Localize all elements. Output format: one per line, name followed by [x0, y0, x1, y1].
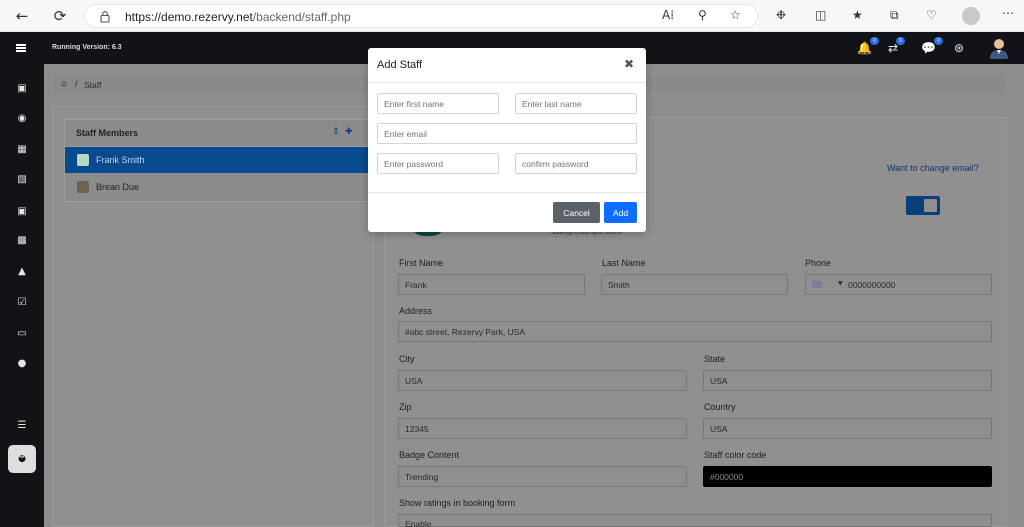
favorites-icon[interactable]: ★: [852, 8, 863, 22]
split-screen-icon[interactable]: ◫: [815, 8, 826, 22]
cancel-button[interactable]: Cancel: [553, 202, 600, 223]
zoom-out-icon[interactable]: ⚲: [698, 8, 707, 22]
sort-icon[interactable]: ⇕: [332, 127, 340, 137]
address-field[interactable]: #abc street, Rezervy Park, USA: [398, 321, 992, 342]
staff-row-brean-due[interactable]: Brean Due: [65, 174, 373, 200]
staff-name: Frank Smith: [96, 155, 145, 165]
color-code-label: Staff color code: [704, 450, 767, 460]
user-avatar[interactable]: [989, 37, 1009, 59]
bell-icon[interactable]: 🔔 0: [857, 37, 879, 55]
modal-title: Add Staff: [377, 59, 423, 71]
state-field[interactable]: USA: [703, 370, 992, 391]
language-icon[interactable]: ⊛: [954, 41, 964, 55]
address-bar[interactable]: https://demo.rezervy.net/backend/staff.p…: [84, 4, 758, 28]
left-sidebar: ▣ ◉ ▦ ▧ ▣ ▩ ▲ ☑ ▭ ● ● ☰ ⚙: [0, 64, 44, 527]
more-options-icon[interactable]: ⋯: [1002, 6, 1014, 20]
cart-icon[interactable]: ▣: [14, 80, 30, 96]
address-label: Address: [399, 306, 433, 316]
color-code-field[interactable]: #000000: [703, 466, 992, 487]
chat-icon[interactable]: 💬 0: [921, 37, 943, 55]
city-label: City: [399, 354, 415, 364]
browser-essentials-icon[interactable]: ♡: [926, 8, 937, 22]
zip-field[interactable]: 12345: [398, 418, 687, 439]
transfer-icon[interactable]: ⇄ 0: [888, 37, 906, 55]
staff-avatar: [77, 154, 89, 166]
confirm-password-input[interactable]: [515, 153, 637, 174]
badge-content-field[interactable]: Trending: [398, 466, 687, 487]
state-label: State: [704, 354, 726, 364]
add-user-icon[interactable]: ✚: [345, 127, 353, 137]
ratings-label: Show ratings in booking form: [399, 498, 516, 508]
message-badge: 0: [934, 37, 943, 45]
staff-list-header: Staff Members ⇕ ✚: [65, 120, 373, 147]
ratings-select[interactable]: Enable: [398, 514, 992, 527]
users-icon[interactable]: ●: [14, 355, 30, 371]
url-base: https://demo.rezervy.net: [125, 10, 253, 24]
close-icon[interactable]: ✖: [624, 57, 634, 71]
staff-list: Staff Members ⇕ ✚ Frank Smith Brean Due: [64, 119, 374, 202]
zip-label: Zip: [399, 402, 412, 412]
read-aloud-icon[interactable]: A⁞: [662, 8, 674, 22]
staff-list-title: Staff Members: [76, 128, 139, 138]
phone-field[interactable]: 0000000000: [805, 274, 992, 295]
transfer-badge: 0: [896, 37, 906, 45]
last-name-field[interactable]: Smith: [601, 274, 788, 295]
settings-icon[interactable]: ⚙: [14, 447, 30, 463]
calendar-icon[interactable]: ▦: [14, 141, 30, 157]
city-field[interactable]: USA: [398, 370, 687, 391]
favorite-star-icon[interactable]: ☆: [730, 8, 741, 22]
home-icon[interactable]: ⌂: [61, 79, 67, 89]
last-name-input[interactable]: [515, 93, 637, 114]
first-name-label: First Name: [399, 258, 444, 268]
last-name-label: Last Name: [602, 258, 646, 268]
country-field[interactable]: USA: [703, 418, 992, 439]
password-input[interactable]: [377, 153, 499, 174]
money-icon[interactable]: ▭: [14, 325, 30, 341]
lock-icon: [100, 11, 110, 23]
briefcase-icon[interactable]: ▩: [14, 232, 30, 248]
breadcrumb-current: Staff: [84, 80, 102, 90]
list-icon[interactable]: ☰: [14, 417, 30, 433]
us-flag-icon[interactable]: [812, 281, 822, 288]
email-input[interactable]: [377, 123, 637, 144]
first-name-field[interactable]: Frank: [398, 274, 585, 295]
menu-toggle-icon[interactable]: [16, 44, 26, 52]
url-path: /backend/staff.php: [252, 10, 351, 24]
add-staff-modal: Add Staff ✖ Cancel Add: [368, 48, 646, 232]
country-label: Country: [704, 402, 736, 412]
dashboard-icon[interactable]: ◉: [14, 110, 30, 126]
change-email-link[interactable]: Want to change email?: [887, 163, 979, 173]
staff-avatar: [77, 181, 89, 193]
notification-badge: 0: [870, 37, 879, 45]
browser-toolbar: ← ⟳ https://demo.rezervy.net/backend/sta…: [0, 0, 1024, 32]
reload-icon[interactable]: ⟳: [50, 6, 70, 26]
phone-label: Phone: [805, 258, 832, 268]
staff-status-toggle[interactable]: [906, 196, 940, 215]
badge-content-label: Badge Content: [399, 450, 460, 460]
calendar-check-icon[interactable]: ☑: [14, 294, 30, 310]
first-name-input[interactable]: [377, 93, 499, 114]
extensions-icon[interactable]: ❉: [776, 8, 786, 22]
shopping-cart-icon[interactable]: ▣: [14, 203, 30, 219]
modal-footer: Cancel Add: [368, 192, 646, 232]
add-button[interactable]: Add: [604, 202, 637, 223]
collections-icon[interactable]: ⧉: [890, 8, 899, 23]
staff-name: Brean Due: [96, 182, 140, 192]
back-arrow-icon[interactable]: ←: [12, 6, 32, 26]
caret-down-icon[interactable]: ▼: [838, 280, 843, 287]
calendar-plus-icon[interactable]: ▧: [14, 171, 30, 187]
url-text: https://demo.rezervy.net/backend/staff.p…: [125, 10, 351, 24]
version-label: Running Version: 6.3: [52, 44, 122, 51]
staff-row-frank-smith[interactable]: Frank Smith: [65, 147, 373, 173]
modal-header: Add Staff ✖: [368, 48, 646, 83]
cubes-icon[interactable]: ▲: [14, 263, 30, 279]
browser-profile-icon[interactable]: [962, 7, 980, 25]
